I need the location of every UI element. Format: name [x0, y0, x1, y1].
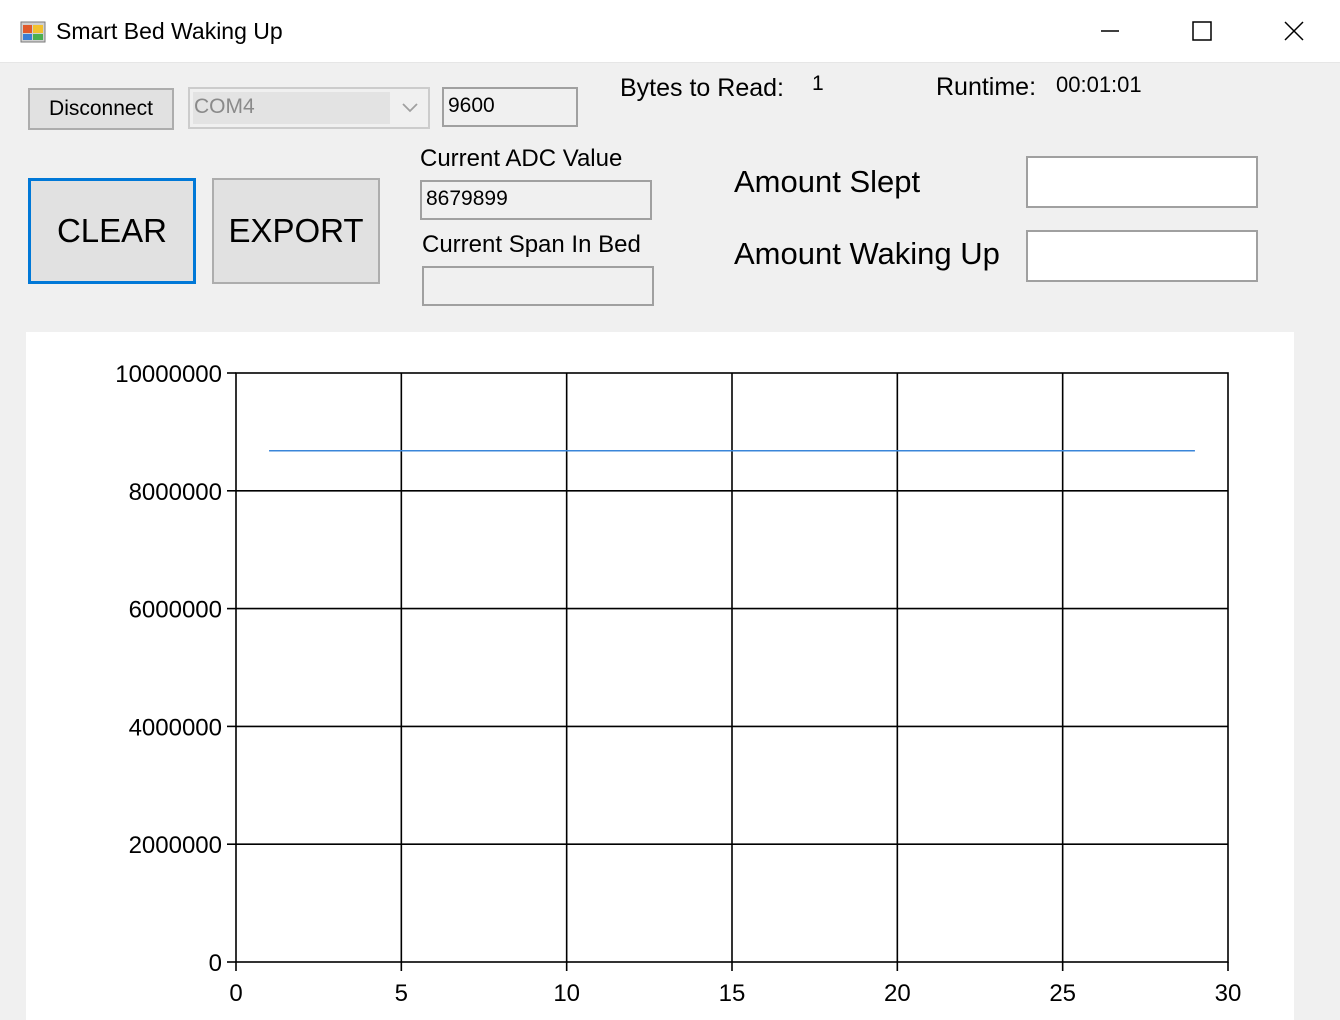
x-tick-label: 30 [1215, 980, 1242, 1007]
title-bar[interactable]: Smart Bed Waking Up [0, 0, 1340, 63]
amount-waking-up-field[interactable] [1026, 230, 1258, 282]
window-title: Smart Bed Waking Up [56, 18, 283, 44]
bytes-to-read-value: 1 [812, 72, 824, 95]
port-select-value: COM4 [194, 95, 255, 118]
disconnect-button[interactable]: Disconnect [28, 88, 174, 130]
x-tick-label: 0 [229, 980, 242, 1007]
y-tick-label: 8000000 [129, 479, 222, 506]
export-button[interactable]: EXPORT [212, 178, 380, 284]
bytes-to-read-label: Bytes to Read: [620, 74, 784, 102]
port-select[interactable]: COM4 [188, 87, 430, 129]
y-tick-label: 6000000 [129, 597, 222, 624]
adc-chart: 0 5 10 15 20 25 30 0 2000000 4000000 6000000 800000… [26, 332, 1294, 1020]
chart-plot: 0 5 10 15 20 25 30 0 2000000 4000000 6000000 800000… [115, 361, 1242, 1007]
x-tick-label: 20 [884, 980, 911, 1007]
y-tick-label: 4000000 [129, 714, 222, 741]
x-tick-label: 5 [395, 980, 408, 1007]
maximize-icon [1192, 21, 1212, 41]
span-in-bed-field[interactable] [422, 266, 654, 306]
amount-slept-field[interactable] [1026, 156, 1258, 208]
runtime-value: 00:01:01 [1056, 72, 1142, 97]
x-tick-label: 10 [553, 980, 580, 1007]
minimize-icon [1101, 30, 1119, 32]
chevron-down-icon [402, 103, 418, 113]
y-tick-label: 2000000 [129, 832, 222, 859]
baud-rate-input[interactable]: 9600 [442, 87, 578, 127]
main-window: Smart Bed Waking Up Disconnect COM4 9600… [0, 0, 1340, 1020]
runtime-label: Runtime: [936, 73, 1037, 101]
app-icon [20, 21, 46, 43]
close-button[interactable] [1248, 0, 1340, 62]
maximize-button[interactable] [1156, 0, 1248, 62]
x-tick-label: 25 [1049, 980, 1076, 1007]
span-in-bed-label: Current Span In Bed [422, 231, 641, 258]
minimize-button[interactable] [1064, 0, 1156, 62]
close-icon [1284, 21, 1304, 41]
adc-value-field[interactable]: 8679899 [420, 180, 652, 220]
x-tick-label: 15 [719, 980, 746, 1007]
amount-slept-label: Amount Slept [734, 164, 921, 199]
clear-button[interactable]: CLEAR [28, 178, 196, 284]
adc-value-label: Current ADC Value [420, 145, 623, 172]
y-tick-label: 10000000 [115, 361, 222, 388]
amount-waking-up-label: Amount Waking Up [734, 236, 1000, 271]
y-tick-label: 0 [209, 950, 222, 977]
